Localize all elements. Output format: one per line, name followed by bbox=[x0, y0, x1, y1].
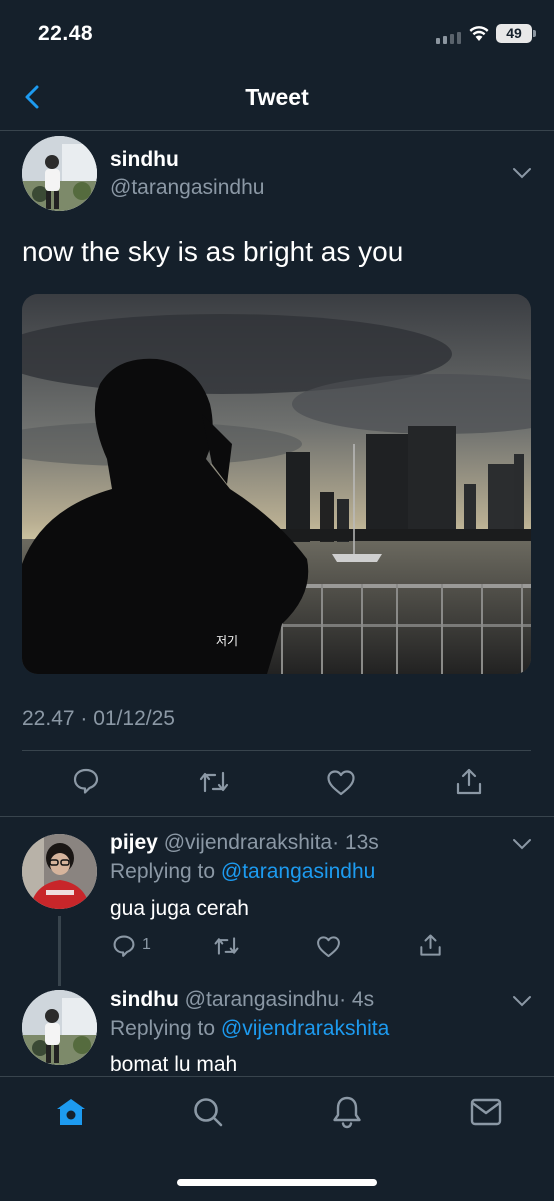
media-caption: 저기 bbox=[216, 634, 239, 648]
reply-text: gua juga cerah bbox=[110, 897, 249, 920]
heart-icon[interactable] bbox=[326, 769, 356, 796]
reply-author-handle[interactable]: @tarangasindhu bbox=[185, 988, 339, 1011]
bell-icon[interactable] bbox=[330, 1094, 364, 1130]
nav-header: Tweet bbox=[0, 70, 554, 131]
battery-level: 49 bbox=[496, 24, 532, 43]
mail-icon[interactable] bbox=[469, 1096, 503, 1128]
reply-count: 1 bbox=[142, 936, 151, 953]
avatar-photo bbox=[22, 834, 97, 909]
author-handle[interactable]: @tarangasindhu bbox=[110, 176, 264, 200]
share-icon[interactable] bbox=[454, 767, 484, 797]
heart-icon[interactable] bbox=[316, 935, 341, 958]
page-title: Tweet bbox=[245, 84, 309, 110]
reply-time: · 4s bbox=[339, 988, 375, 1011]
home-icon[interactable] bbox=[54, 1095, 88, 1129]
reply-author-handle[interactable]: @vijendrarakshita bbox=[164, 831, 332, 854]
replying-to-label: Replying to bbox=[110, 1017, 216, 1040]
reply-time: · 13s bbox=[332, 831, 379, 854]
battery-tip bbox=[533, 30, 536, 37]
reply-header: sindhu @tarangasindhu· 4s bbox=[110, 988, 374, 1012]
replying-to-label: Replying to bbox=[110, 860, 216, 883]
comment-icon[interactable] bbox=[112, 934, 136, 958]
share-icon[interactable] bbox=[418, 933, 443, 958]
tweet-timestamp: 22.47 · 01/12/25 bbox=[22, 707, 175, 730]
comment-icon[interactable] bbox=[72, 767, 100, 795]
avatar-photo bbox=[22, 990, 97, 1065]
home-indicator bbox=[177, 1179, 377, 1186]
thread-line bbox=[58, 916, 61, 986]
reply-text: bomat lu mah bbox=[110, 1053, 238, 1076]
retweet-icon[interactable] bbox=[198, 768, 230, 796]
photo-scene bbox=[22, 294, 531, 674]
chevron-down-icon[interactable] bbox=[512, 166, 532, 180]
avatar[interactable] bbox=[22, 136, 97, 211]
retweet-icon[interactable] bbox=[213, 934, 240, 958]
replying-to-link[interactable]: @tarangasindhu bbox=[221, 860, 375, 883]
reply-author-name[interactable]: pijey bbox=[110, 831, 158, 854]
reply-author-name[interactable]: sindhu bbox=[110, 988, 179, 1011]
tweet-text: now the sky is as bright as you bbox=[22, 236, 404, 267]
divider bbox=[0, 816, 554, 817]
avatar[interactable] bbox=[22, 990, 97, 1065]
status-time: 22.48 bbox=[38, 22, 94, 45]
divider bbox=[22, 750, 531, 751]
replying-to-link[interactable]: @vijendrarakshita bbox=[221, 1017, 389, 1040]
search-icon[interactable] bbox=[191, 1095, 225, 1129]
author-name[interactable]: sindhu bbox=[110, 148, 179, 172]
avatar-photo bbox=[22, 136, 97, 211]
cellular-signal-icon bbox=[436, 32, 461, 44]
chevron-down-icon[interactable] bbox=[512, 837, 532, 851]
replying-to-line: Replying to @tarangasindhu bbox=[110, 860, 375, 884]
tweet-media-image[interactable]: 저기 bbox=[22, 294, 531, 674]
reply-header: pijey @vijendrarakshita· 13s bbox=[110, 831, 379, 855]
wifi-icon bbox=[469, 26, 489, 41]
chevron-down-icon[interactable] bbox=[512, 994, 532, 1008]
avatar[interactable] bbox=[22, 834, 97, 909]
status-bar: 22.48 49 bbox=[0, 0, 554, 70]
replying-to-line: Replying to @vijendrarakshita bbox=[110, 1017, 389, 1041]
